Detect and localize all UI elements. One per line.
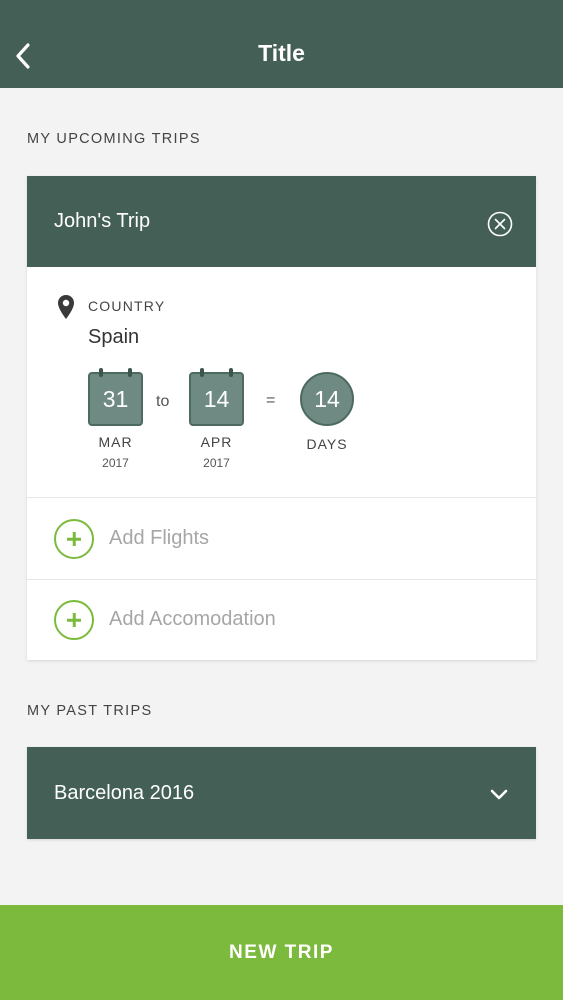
past-trips-label: MY PAST TRIPS	[27, 703, 153, 719]
past-trip-card[interactable]: Barcelona 2016	[27, 747, 536, 839]
new-trip-button[interactable]: NEW TRIP	[0, 905, 563, 1000]
trip-name: John's Trip	[54, 210, 151, 232]
chevron-down-icon	[490, 789, 508, 800]
end-day: 14	[203, 385, 230, 412]
app-header: Title	[0, 0, 563, 88]
to-separator: to	[156, 393, 170, 410]
divider	[27, 497, 536, 498]
add-accommodation-label: Add Accomodation	[109, 608, 276, 630]
country-value: Spain	[88, 326, 140, 348]
plus-circle-icon	[54, 600, 94, 640]
end-year: 2017	[203, 456, 230, 470]
upcoming-trips-label: MY UPCOMING TRIPS	[27, 131, 201, 147]
add-flights-button[interactable]: Add Flights	[27, 499, 536, 579]
country-label: COUNTRY	[88, 298, 166, 314]
close-circle-icon[interactable]	[487, 211, 513, 237]
add-flights-label: Add Flights	[109, 527, 210, 549]
end-month: APR	[200, 434, 233, 450]
page-title: Title	[258, 40, 305, 66]
upcoming-trip-card: John's Trip COUNTRY Spain 31 MAR 2017 to…	[27, 176, 536, 660]
start-month: MAR	[98, 434, 133, 450]
trip-card-header: John's Trip	[27, 176, 536, 267]
start-date-calendar[interactable]: 31	[88, 368, 143, 426]
add-accommodation-button[interactable]: Add Accomodation	[27, 580, 536, 660]
start-year: 2017	[102, 456, 129, 470]
duration-badge: 14	[300, 372, 354, 426]
equals-separator: =	[266, 392, 276, 409]
end-date-calendar[interactable]: 14	[189, 368, 244, 426]
new-trip-label: NEW TRIP	[229, 941, 334, 963]
map-pin-icon	[58, 295, 74, 319]
duration-value: 14	[314, 385, 340, 412]
duration-label: DAYS	[306, 436, 348, 452]
plus-circle-icon	[54, 519, 94, 559]
past-trip-name: Barcelona 2016	[54, 782, 195, 804]
start-day: 31	[102, 385, 129, 412]
